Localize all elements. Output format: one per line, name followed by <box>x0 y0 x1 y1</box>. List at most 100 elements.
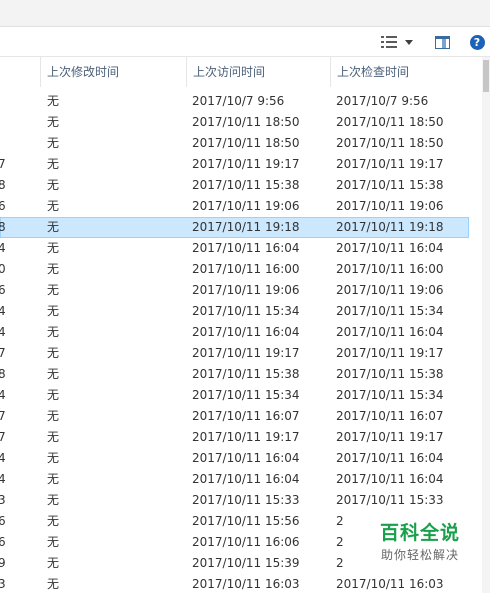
checked-cell: 2 <box>336 556 344 570</box>
view-options-button[interactable] <box>376 31 418 53</box>
table-row[interactable]: 4 无 2017/10/11 16:04 2017/10/11 16:04 <box>0 448 482 469</box>
preview-pane-button[interactable] <box>430 31 454 53</box>
accessed-cell: 2017/10/11 19:06 <box>192 283 300 297</box>
watermark-subtitle: 助你轻松解决 <box>380 548 459 562</box>
row-edge-cell: 0 <box>0 262 6 276</box>
row-edge-cell: 3 <box>0 493 6 507</box>
table-row[interactable]: 8 无 2017/10/11 15:38 2017/10/11 15:38 <box>0 175 482 196</box>
row-edge-cell: 6 <box>0 535 6 549</box>
checked-cell: 2017/10/11 16:04 <box>336 472 444 486</box>
modified-cell: 无 <box>47 220 60 234</box>
command-bar: ? <box>0 27 490 57</box>
table-row[interactable]: 4 无 2017/10/11 15:34 2017/10/11 15:34 <box>0 385 482 406</box>
table-row[interactable]: 3 无 2017/10/11 15:33 2017/10/11 15:33 <box>0 490 482 511</box>
checked-cell: 2017/10/11 16:04 <box>336 325 444 339</box>
modified-cell: 无 <box>47 451 60 465</box>
accessed-cell: 2017/10/11 15:34 <box>192 304 300 318</box>
table-row[interactable]: 7 无 2017/10/11 16:07 2017/10/11 16:07 <box>0 406 482 427</box>
accessed-cell: 2017/10/11 16:04 <box>192 325 300 339</box>
checked-cell: 2017/10/11 16:04 <box>336 241 444 255</box>
accessed-cell: 2017/10/11 19:17 <box>192 430 300 444</box>
checked-cell: 2017/10/11 19:06 <box>336 199 444 213</box>
table-row[interactable]: 7 无 2017/10/11 19:17 2017/10/11 19:17 <box>0 427 482 448</box>
modified-cell: 无 <box>47 199 60 213</box>
table-row[interactable]: 4 无 2017/10/11 16:04 2017/10/11 16:04 <box>0 469 482 490</box>
table-row[interactable]: 7 无 2017/10/11 19:17 2017/10/11 19:17 <box>0 343 482 364</box>
accessed-cell: 2017/10/11 16:00 <box>192 262 300 276</box>
modified-cell: 无 <box>47 157 60 171</box>
table-row[interactable]: 4 无 2017/10/11 15:34 2017/10/11 15:34 <box>0 301 482 322</box>
accessed-cell: 2017/10/11 18:50 <box>192 136 300 150</box>
table-row[interactable]: 3 无 2017/10/11 16:03 2017/10/11 16:03 <box>0 574 482 595</box>
accessed-cell: 2017/10/7 9:56 <box>192 94 285 108</box>
table-row[interactable]: 无 2017/10/7 9:56 2017/10/7 9:56 <box>0 91 482 112</box>
checked-cell: 2 <box>336 535 344 549</box>
row-edge-cell: 6 <box>0 514 6 528</box>
preview-pane-icon <box>434 35 450 49</box>
checked-cell: 2 <box>336 514 344 528</box>
modified-cell: 无 <box>47 115 60 129</box>
modified-cell: 无 <box>47 367 60 381</box>
modified-cell: 无 <box>47 262 60 276</box>
table-row[interactable]: 8 无 2017/10/11 15:38 2017/10/11 15:38 <box>0 364 482 385</box>
column-header-checked[interactable]: 上次检查时间 <box>330 57 482 87</box>
modified-cell: 无 <box>47 304 60 318</box>
row-edge-cell: 4 <box>0 304 6 318</box>
checked-cell: 2017/10/11 15:38 <box>336 367 444 381</box>
column-headers: 上次修改时间 上次访问时间 上次检查时间 <box>0 57 482 87</box>
help-button[interactable]: ? <box>466 31 488 53</box>
modified-cell: 无 <box>47 430 60 444</box>
accessed-cell: 2017/10/11 15:38 <box>192 178 300 192</box>
accessed-cell: 2017/10/11 19:17 <box>192 346 300 360</box>
row-edge-cell: 7 <box>0 430 6 444</box>
modified-cell: 无 <box>47 283 60 297</box>
row-edge-cell: 7 <box>0 409 6 423</box>
scrollbar-thumb[interactable] <box>483 60 489 92</box>
checked-cell: 2017/10/11 18:50 <box>336 115 444 129</box>
checked-cell: 2017/10/11 15:34 <box>336 304 444 318</box>
modified-cell: 无 <box>47 535 60 549</box>
accessed-cell: 2017/10/11 15:38 <box>192 367 300 381</box>
checked-cell: 2017/10/11 16:00 <box>336 262 444 276</box>
row-edge-cell: 8 <box>0 220 6 234</box>
checked-cell: 2017/10/11 19:17 <box>336 346 444 360</box>
table-row[interactable]: 无 2017/10/11 18:50 2017/10/11 18:50 <box>0 133 482 154</box>
accessed-cell: 2017/10/11 18:50 <box>192 115 300 129</box>
accessed-cell: 2017/10/11 16:06 <box>192 535 300 549</box>
checked-cell: 2017/10/11 15:34 <box>336 388 444 402</box>
accessed-cell: 2017/10/11 16:07 <box>192 409 300 423</box>
table-row[interactable]: 6 无 2017/10/11 19:06 2017/10/11 19:06 <box>0 280 482 301</box>
checked-cell: 2017/10/7 9:56 <box>336 94 429 108</box>
row-edge-cell: 8 <box>0 367 6 381</box>
modified-cell: 无 <box>47 409 60 423</box>
row-edge-cell: 8 <box>0 178 6 192</box>
table-row[interactable]: 4 无 2017/10/11 16:04 2017/10/11 16:04 <box>0 322 482 343</box>
modified-cell: 无 <box>47 472 60 486</box>
accessed-cell: 2017/10/11 16:04 <box>192 472 300 486</box>
table-row[interactable]: 6 无 2017/10/11 19:06 2017/10/11 19:06 <box>0 196 482 217</box>
column-header-accessed[interactable]: 上次访问时间 <box>186 57 330 87</box>
checked-cell: 2017/10/11 15:33 <box>336 493 444 507</box>
row-edge-cell: 6 <box>0 199 6 213</box>
table-row[interactable]: 8 无 2017/10/11 19:18 2017/10/11 19:18 <box>0 217 469 238</box>
table-row[interactable]: 无 2017/10/11 18:50 2017/10/11 18:50 <box>0 112 482 133</box>
column-header-modified[interactable]: 上次修改时间 <box>40 57 186 87</box>
row-edge-cell: 4 <box>0 325 6 339</box>
window-titlebar <box>0 0 490 27</box>
accessed-cell: 2017/10/11 16:03 <box>192 577 300 591</box>
row-edge-cell: 7 <box>0 157 6 171</box>
row-edge-cell: 3 <box>0 577 6 591</box>
modified-cell: 无 <box>47 241 60 255</box>
vertical-scrollbar[interactable] <box>482 57 490 593</box>
table-row[interactable]: 4 无 2017/10/11 16:04 2017/10/11 16:04 <box>0 238 482 259</box>
accessed-cell: 2017/10/11 16:04 <box>192 241 300 255</box>
table-row[interactable]: 0 无 2017/10/11 16:00 2017/10/11 16:00 <box>0 259 482 280</box>
checked-cell: 2017/10/11 19:17 <box>336 430 444 444</box>
accessed-cell: 2017/10/11 15:33 <box>192 493 300 507</box>
table-row[interactable]: 7 无 2017/10/11 19:17 2017/10/11 19:17 <box>0 154 482 175</box>
accessed-cell: 2017/10/11 15:39 <box>192 556 300 570</box>
modified-cell: 无 <box>47 514 60 528</box>
checked-cell: 2017/10/11 16:03 <box>336 577 444 591</box>
accessed-cell: 2017/10/11 19:18 <box>192 220 300 234</box>
modified-cell: 无 <box>47 577 60 591</box>
